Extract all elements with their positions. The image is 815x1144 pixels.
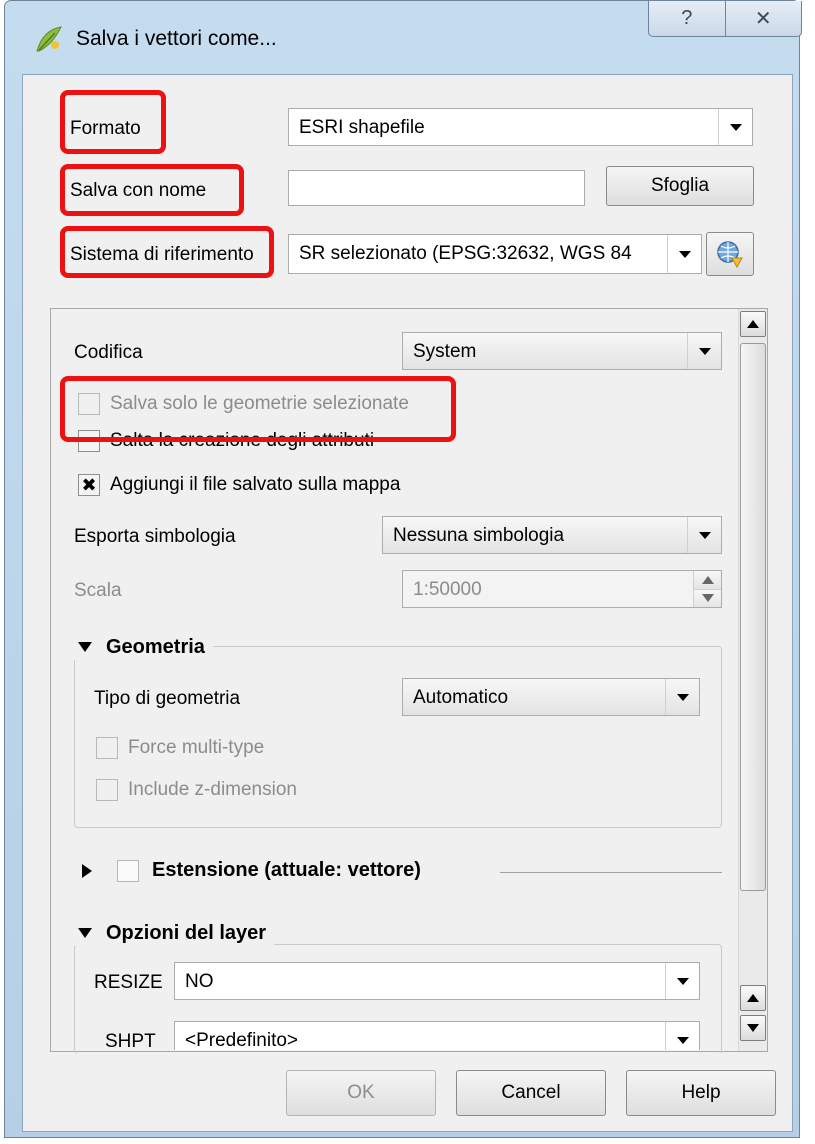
scroll-thumb[interactable] (740, 343, 766, 891)
include-z-checkbox[interactable] (96, 779, 118, 801)
highlight-format (60, 90, 166, 154)
force-multi-checkbox[interactable] (96, 737, 118, 759)
checkmark-icon: ✖ (81, 475, 97, 495)
chevron-down-icon (665, 679, 699, 715)
cancel-button[interactable]: Cancel (456, 1070, 606, 1116)
extent-expand-arrow[interactable] (82, 864, 92, 878)
filename-input[interactable] (288, 170, 585, 206)
layer-option-row-clip: SHPT <Predefinito> (51, 1010, 741, 1050)
extent-checkbox[interactable] (117, 860, 139, 882)
layer-option-label: RESIZE (94, 972, 163, 993)
arrow-up-icon (747, 320, 759, 328)
force-multi-label: Force multi-type (128, 737, 265, 758)
window-title: Salva i vettori come... (76, 27, 277, 50)
scroll-down-button[interactable] (740, 1015, 766, 1041)
add-to-map-label: Aggiungi il file salvato sulla mappa (110, 474, 401, 495)
layer-option-resize-combo[interactable]: NO (174, 962, 700, 1000)
extent-divider (500, 872, 722, 873)
spin-down-icon[interactable] (694, 588, 721, 607)
chevron-down-icon (687, 333, 721, 369)
scale-spinbox[interactable]: 1:50000 (402, 570, 722, 608)
layer-option-label: SHPT (105, 1031, 156, 1050)
scroll-page-up-button[interactable] (740, 985, 766, 1011)
highlight-filename (60, 164, 244, 216)
crs-value: SR selezionato (EPSG:32632, WGS 84 (299, 243, 632, 264)
spin-up-icon[interactable] (694, 571, 721, 589)
arrow-up-icon (747, 994, 759, 1002)
chevron-down-icon (665, 963, 699, 999)
format-value: ESRI shapefile (299, 117, 425, 138)
chevron-down-icon (665, 1022, 699, 1050)
highlight-selected-only (60, 376, 456, 442)
layer-options-group-title: Opzioni del layer (106, 921, 267, 944)
globe-icon (717, 241, 743, 269)
crs-select-button[interactable] (706, 232, 754, 276)
collapse-arrow-icon (78, 642, 92, 652)
close-title-button[interactable]: ✕ (724, 1, 802, 36)
help-button[interactable]: Help (626, 1070, 776, 1116)
help-title-button[interactable]: ? (649, 1, 725, 36)
title-bar[interactable]: Salva i vettori come... ? ✕ (5, 1, 802, 73)
options-scrollbar[interactable] (738, 309, 767, 1051)
browse-button[interactable]: Sfoglia (606, 166, 754, 206)
chevron-down-icon (687, 517, 721, 553)
geometry-group-header[interactable]: Geometria (74, 634, 213, 660)
expand-arrow-icon (82, 864, 92, 878)
geometry-group-title: Geometria (106, 635, 205, 658)
scale-label: Scala (74, 580, 122, 601)
chevron-down-icon (667, 235, 701, 273)
layer-options-group-header[interactable]: Opzioni del layer (74, 920, 275, 946)
chevron-down-icon (718, 109, 752, 145)
extent-group-title: Estensione (attuale: vettore) (152, 859, 421, 881)
format-combo[interactable]: ESRI shapefile (288, 108, 753, 146)
scroll-up-button[interactable] (740, 311, 766, 337)
qgis-logo-icon (36, 26, 62, 52)
geometry-type-label: Tipo di geometria (94, 688, 241, 709)
ok-button[interactable]: OK (286, 1070, 436, 1116)
layer-option-value: <Predefinito> (185, 1030, 299, 1050)
highlight-crs (60, 226, 274, 278)
include-z-label: Include z-dimension (128, 779, 297, 800)
symbology-value: Nessuna simbologia (393, 525, 565, 546)
encoding-value: System (413, 341, 477, 362)
encoding-label: Codifica (74, 342, 143, 363)
scale-value: 1:50000 (413, 579, 482, 600)
scale-spin-buttons[interactable] (693, 571, 721, 607)
layer-option-shpt-combo[interactable]: <Predefinito> (174, 1021, 700, 1050)
geometry-type-value: Automatico (413, 687, 509, 708)
title-buttons: ? ✕ (648, 1, 802, 37)
add-to-map-checkbox[interactable]: ✖ (78, 474, 100, 496)
collapse-arrow-icon (78, 928, 92, 938)
close-icon: ✕ (754, 8, 772, 30)
crs-combo[interactable]: SR selezionato (EPSG:32632, WGS 84 (288, 234, 702, 274)
layer-option-value: NO (185, 971, 214, 992)
encoding-combo[interactable]: System (402, 332, 722, 370)
symbology-combo[interactable]: Nessuna simbologia (382, 516, 722, 554)
symbology-label: Esporta simbologia (74, 526, 236, 547)
question-icon: ? (681, 7, 693, 29)
geometry-type-combo[interactable]: Automatico (402, 678, 700, 716)
arrow-down-icon (747, 1024, 759, 1032)
